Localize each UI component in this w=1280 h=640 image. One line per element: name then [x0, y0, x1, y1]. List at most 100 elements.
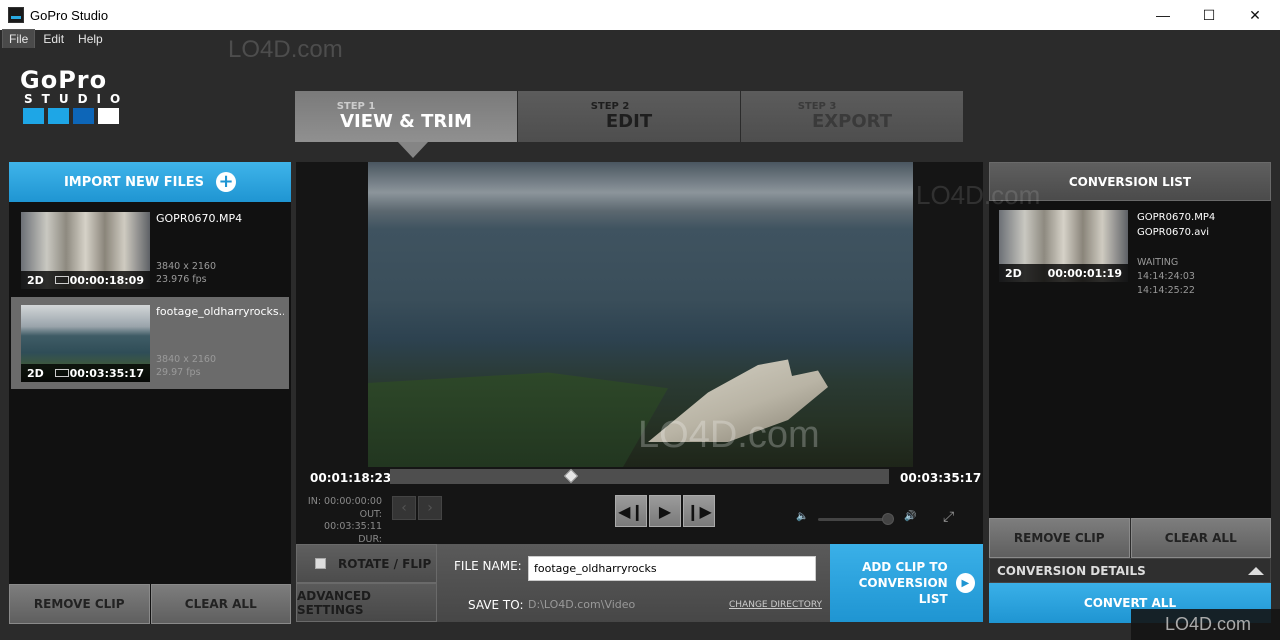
start-timecode: 14:14:24:03: [1137, 271, 1195, 282]
rotate-label: ROTATE / FLIP: [338, 556, 432, 571]
step-name: EXPORT: [812, 111, 892, 132]
logo-squares: [23, 108, 129, 124]
collapse-arrow-icon: [1248, 567, 1264, 575]
remove-clip-button[interactable]: REMOVE CLIP: [989, 518, 1130, 558]
import-new-files-button[interactable]: IMPORT NEW FILES +: [9, 162, 291, 202]
video-thumbnail: 2D 00:00:01:19: [999, 210, 1128, 282]
maximize-button[interactable]: ☐: [1186, 0, 1232, 30]
logo-square: [48, 108, 69, 124]
playhead-handle[interactable]: [564, 468, 579, 484]
gopro-studio-logo: GoPro STUDIO: [20, 68, 129, 124]
video-watermark: LO4D.com: [638, 414, 820, 456]
file-item[interactable]: 2D 00:00:18:09 GOPR0670.MP4 3840 x 2160 …: [11, 204, 289, 296]
rotate-checkbox[interactable]: [315, 558, 326, 569]
menu-help[interactable]: Help: [72, 30, 109, 48]
mark-in-button[interactable]: ‹: [392, 496, 416, 520]
out-point: OUT: 00:03:35:11: [324, 508, 382, 533]
step-name: VIEW & TRIM: [340, 111, 472, 132]
tab-view-trim[interactable]: STEP 1 VIEW & TRIM: [295, 91, 517, 142]
next-frame-button[interactable]: ❙▶: [683, 495, 715, 527]
end-timecode: 14:14:25:22: [1137, 285, 1195, 296]
file-info: footage_oldharryrocks.... 3840 x 2160 29…: [156, 305, 284, 381]
file-meta: 3840 x 2160 29.97 fps: [156, 353, 216, 379]
play-button[interactable]: ▶: [649, 495, 681, 527]
conversion-status: WAITING 14:14:24:03 14:14:25:22: [1137, 256, 1261, 298]
file-fps: 29.97 fps: [156, 367, 201, 378]
save-to-path: D:\LO4D.com\Video: [528, 598, 636, 611]
thumbnail-bar: 2D 00:03:35:17: [21, 364, 150, 382]
mark-out-button[interactable]: ›: [418, 496, 442, 520]
menu-file[interactable]: File: [2, 29, 36, 49]
video-land: [368, 372, 668, 467]
volume-high-icon: 🔊: [904, 511, 917, 522]
library-actions: REMOVE CLIP CLEAR ALL: [9, 584, 291, 624]
media-library: IMPORT NEW FILES + 2D 00:00:18:09 GOPR06…: [9, 162, 291, 624]
previous-frame-button[interactable]: ◀❙: [615, 495, 647, 527]
conversion-item[interactable]: 2D 00:00:01:19 GOPR0670.MP4 GOPR0670.avi…: [989, 206, 1271, 296]
add-clip-to-conversion-list-button[interactable]: ADD CLIP TO CONVERSION LIST ▶: [830, 544, 983, 622]
file-name-input[interactable]: [528, 556, 816, 581]
remove-clip-button[interactable]: REMOVE CLIP: [9, 584, 150, 624]
import-label: IMPORT NEW FILES: [63, 174, 205, 190]
conversion-details-label: CONVERSION DETAILS: [997, 563, 1146, 578]
fullscreen-icon[interactable]: ⤢: [943, 509, 954, 525]
menu-edit[interactable]: Edit: [37, 30, 70, 48]
step-name: EDIT: [605, 111, 653, 132]
file-info: GOPR0670.MP4 3840 x 2160 23.976 fps: [156, 212, 279, 288]
file-name-label: FILE NAME:: [454, 559, 522, 573]
window-title: GoPro Studio: [30, 7, 109, 23]
watermark: LO4D.com: [1131, 609, 1280, 640]
file-name: GOPR0670.MP4: [156, 212, 243, 225]
conversion-details-toggle[interactable]: CONVERSION DETAILS: [989, 558, 1271, 583]
conversion-actions: REMOVE CLIP CLEAR ALL: [989, 518, 1271, 558]
minimize-button[interactable]: —: [1140, 0, 1186, 30]
tab-edit[interactable]: STEP 2 EDIT: [518, 91, 740, 142]
camera-icon: [55, 369, 69, 377]
thumbnail-bar: 2D 00:00:18:09: [21, 271, 150, 289]
file-meta: 3840 x 2160 23.976 fps: [156, 260, 216, 286]
change-directory-link[interactable]: CHANGE DIRECTORY: [729, 600, 822, 610]
volume-low-icon: 🔈: [796, 511, 809, 522]
app-icon: [8, 7, 24, 23]
mode-badge: 2D: [1005, 266, 1022, 280]
file-resolution: 3840 x 2160: [156, 354, 217, 365]
plus-icon: +: [216, 172, 237, 192]
current-time: 00:01:18:23: [310, 471, 392, 485]
thumbnail-bar: 2D 00:00:01:19: [999, 264, 1128, 282]
add-clip-line1: ADD CLIP TO: [862, 560, 948, 574]
volume-knob[interactable]: [882, 513, 894, 525]
end-time: 00:03:35:17: [900, 471, 982, 485]
status-badge: WAITING: [1137, 257, 1179, 268]
timeline-scrubber[interactable]: [390, 468, 889, 484]
add-clip-line2: CONVERSION LIST: [858, 576, 948, 606]
clip-duration: 00:00:01:19: [1047, 266, 1122, 280]
logo-word: GoPro: [20, 66, 108, 94]
file-fps: 23.976 fps: [156, 274, 207, 285]
source-file: GOPR0670.MP4: [1137, 212, 1216, 223]
logo-square: [73, 108, 94, 124]
add-clip-label: ADD CLIP TO CONVERSION LIST: [830, 559, 948, 607]
video-thumbnail: 2D 00:03:35:17: [21, 305, 150, 382]
step-tabs: STEP 1 VIEW & TRIM STEP 2 EDIT STEP 3 EX…: [295, 91, 964, 142]
file-item[interactable]: 2D 00:03:35:17 footage_oldharryrocks....…: [11, 297, 289, 389]
play-circle-icon: ▶: [955, 573, 975, 593]
rotate-flip-toggle[interactable]: ROTATE / FLIP: [296, 544, 437, 583]
title-bar: GoPro Studio — ☐ ✕: [0, 0, 1280, 30]
logo-square: [98, 108, 119, 124]
watermark: LO4D.com: [228, 36, 343, 63]
clip-options: ROTATE / FLIP ADVANCED SETTINGS FILE NAM…: [296, 544, 830, 622]
close-button[interactable]: ✕: [1232, 0, 1278, 30]
clear-all-button[interactable]: CLEAR ALL: [150, 584, 291, 624]
tab-export[interactable]: STEP 3 EXPORT: [741, 91, 963, 142]
video-thumbnail: 2D 00:00:18:09: [21, 212, 150, 289]
conversion-info: GOPR0670.MP4 GOPR0670.avi WAITING 14:14:…: [1137, 210, 1261, 296]
file-resolution: 3840 x 2160: [156, 261, 217, 272]
clip-duration: 00:00:18:09: [69, 273, 144, 287]
camera-icon: [55, 276, 69, 284]
clear-all-button[interactable]: CLEAR ALL: [1130, 518, 1271, 558]
clip-duration: 00:03:35:17: [69, 366, 144, 380]
player-panel: LO4D.com 00:01:18:23 00:03:35:17 IN: 00:…: [296, 162, 983, 557]
advanced-settings-button[interactable]: ADVANCED SETTINGS: [296, 583, 437, 622]
video-preview[interactable]: LO4D.com: [368, 162, 913, 467]
volume-slider[interactable]: [818, 513, 894, 525]
